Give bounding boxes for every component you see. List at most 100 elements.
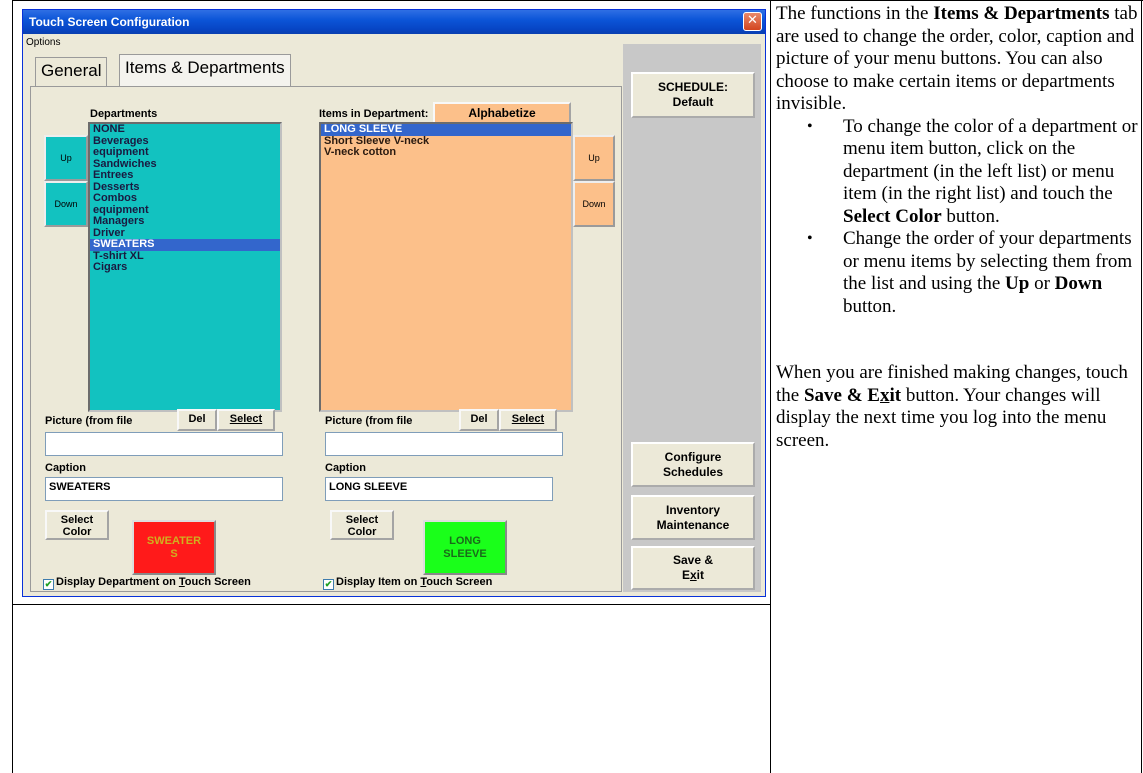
list-item[interactable]: Managers [90, 215, 280, 228]
right-button-panel: SCHEDULE: Default Configure Schedules In… [623, 44, 761, 592]
items-list[interactable]: LONG SLEEVE Short Sleeve V-neck V-neck cot… [319, 122, 573, 412]
table-border-left [12, 0, 13, 773]
save-line1: Save & [672, 553, 714, 567]
item-down-button[interactable]: Down [573, 181, 615, 227]
checkbox-check-icon: ✔ [323, 579, 334, 590]
dept-preview-line2: S [170, 547, 178, 560]
save-line2-post: it [696, 568, 705, 582]
touch-screen-config-window: Touch Screen Configuration ✕ Options Gen… [22, 9, 766, 597]
checkbox-check-icon: ✔ [43, 579, 54, 590]
item-picture-label: Picture (from file [325, 415, 413, 427]
dept-preview-line1: SWEATER [146, 534, 202, 547]
bullet1-pre: To change the color of a department or m… [843, 115, 1138, 205]
intro-bold: Items & Departments [933, 3, 1110, 24]
item-button-preview: LONG SLEEVE [423, 520, 507, 575]
display-item-label-post: ouch Screen [426, 576, 493, 588]
bullet1-post: button. [941, 205, 1000, 227]
configure-line2: Schedules [662, 464, 724, 479]
tab-items-departments[interactable]: Items & Departments [119, 54, 291, 87]
window-title: Touch Screen Configuration [29, 15, 190, 29]
alphabetize-button[interactable]: Alphabetize [433, 102, 571, 124]
list-item[interactable]: LONG SLEEVE [321, 123, 571, 136]
dept-picture-field[interactable] [45, 432, 283, 456]
dept-caption-label: Caption [45, 462, 86, 474]
item-select-color-button[interactable]: Select Color [330, 510, 394, 540]
list-item[interactable]: equipment [90, 146, 280, 159]
bullet2-mid: or [1029, 273, 1055, 294]
departments-header: Departments [90, 108, 158, 120]
save-exit-button[interactable]: Save & Exit [631, 546, 755, 590]
item-select-color-line1: Select [345, 514, 379, 526]
bullet2-bold-down: Down [1054, 273, 1103, 294]
dept-select-color-button[interactable]: Select Color [45, 510, 109, 540]
item-del-button[interactable]: Del [459, 409, 499, 431]
items-header: Items in Department: [319, 108, 429, 120]
display-dept-label-post: ouch Screen [184, 576, 251, 588]
title-bar: Touch Screen Configuration ✕ [23, 10, 765, 34]
bullet2-bold-up: Up [1005, 273, 1030, 294]
dept-button-preview: SWEATER S [132, 520, 216, 575]
item-preview-line2: SLEEVE [443, 547, 487, 560]
schedule-line2: Default [672, 95, 714, 109]
display-item-checkbox[interactable]: ✔ Display Item on Touch Screen [323, 576, 492, 590]
inventory-line2: Maintenance [656, 517, 730, 532]
intro-paragraph: The functions in the Items & Departments… [776, 3, 1138, 116]
dept-picture-label: Picture (from file [45, 415, 133, 427]
save-line2: Exit [682, 568, 704, 583]
item-preview-line1: LONG [449, 534, 481, 547]
tab-general[interactable]: General [35, 57, 108, 86]
dept-up-button[interactable]: Up [44, 135, 88, 181]
intro-pre: The functions in the [776, 3, 934, 24]
bullet-change-order: • Change the order of your departments or… [776, 228, 1138, 318]
close-icon[interactable]: ✕ [743, 12, 762, 31]
dept-select-color-line1: Select [60, 514, 94, 526]
list-item[interactable]: SWEATERS [90, 238, 280, 251]
bullet2-post: button. [843, 295, 897, 317]
list-item[interactable]: V-neck cotton [321, 146, 571, 159]
table-border-top [12, 0, 1143, 1]
table-border-right [1141, 0, 1142, 773]
configure-schedules-button[interactable]: Configure Schedules [631, 442, 755, 487]
list-item[interactable]: Entrees [90, 169, 280, 182]
schedule-button[interactable]: SCHEDULE: Default [631, 72, 755, 118]
display-dept-label-pre: Display Department on [56, 576, 179, 588]
configure-line1: Configure [664, 449, 722, 464]
outro-paragraph: When you are finished making changes, to… [776, 362, 1138, 452]
item-picture-field[interactable] [325, 432, 563, 456]
table-border-mid [770, 0, 771, 773]
schedule-line1: SCHEDULE: [657, 80, 728, 94]
list-item[interactable]: Combos [90, 192, 280, 205]
item-select-color-line2: Color [347, 526, 377, 538]
dept-down-button[interactable]: Down [44, 181, 88, 227]
bullet-select-color: • To change the color of a department or … [776, 116, 1138, 229]
item-caption-field[interactable]: LONG SLEEVE [325, 477, 553, 501]
outro-bold: Save & Exit [804, 385, 901, 406]
instructions-list: • To change the color of a department or … [776, 116, 1138, 319]
bullet1-bold: Select Color [843, 205, 942, 227]
bullet-icon: • [807, 230, 813, 247]
display-department-checkbox[interactable]: ✔ Display Department on Touch Screen [43, 576, 251, 590]
outro-bold-pre: Save & E [803, 384, 880, 406]
item-select-button[interactable]: Select [499, 409, 557, 431]
instructions-text: The functions in the Items & Departments… [776, 3, 1138, 452]
item-caption-label: Caption [325, 462, 366, 474]
menu-options[interactable]: Options [26, 37, 60, 48]
save-line2-pre: E [681, 568, 690, 582]
item-up-button[interactable]: Up [573, 135, 615, 181]
dept-select-color-line2: Color [62, 526, 92, 538]
display-item-label-pre: Display Item on [336, 576, 421, 588]
outro-bold-post: it [889, 384, 902, 406]
table-row-divider [12, 604, 771, 605]
item-select-label: Select [511, 413, 545, 425]
bullet-icon: • [807, 117, 813, 135]
dept-select-button[interactable]: Select [217, 409, 275, 431]
list-item[interactable]: Cigars [90, 261, 280, 274]
dept-select-label: Select [229, 413, 263, 425]
inventory-maintenance-button[interactable]: Inventory Maintenance [631, 495, 755, 540]
list-item[interactable]: NONE [90, 123, 280, 136]
departments-list[interactable]: NONE Beverages equipment Sandwiches Entrees D… [88, 122, 282, 412]
save-line2-u: x [689, 568, 697, 582]
inventory-line1: Inventory [665, 502, 720, 517]
dept-del-button[interactable]: Del [177, 409, 217, 431]
dept-caption-field[interactable]: SWEATERS [45, 477, 283, 501]
